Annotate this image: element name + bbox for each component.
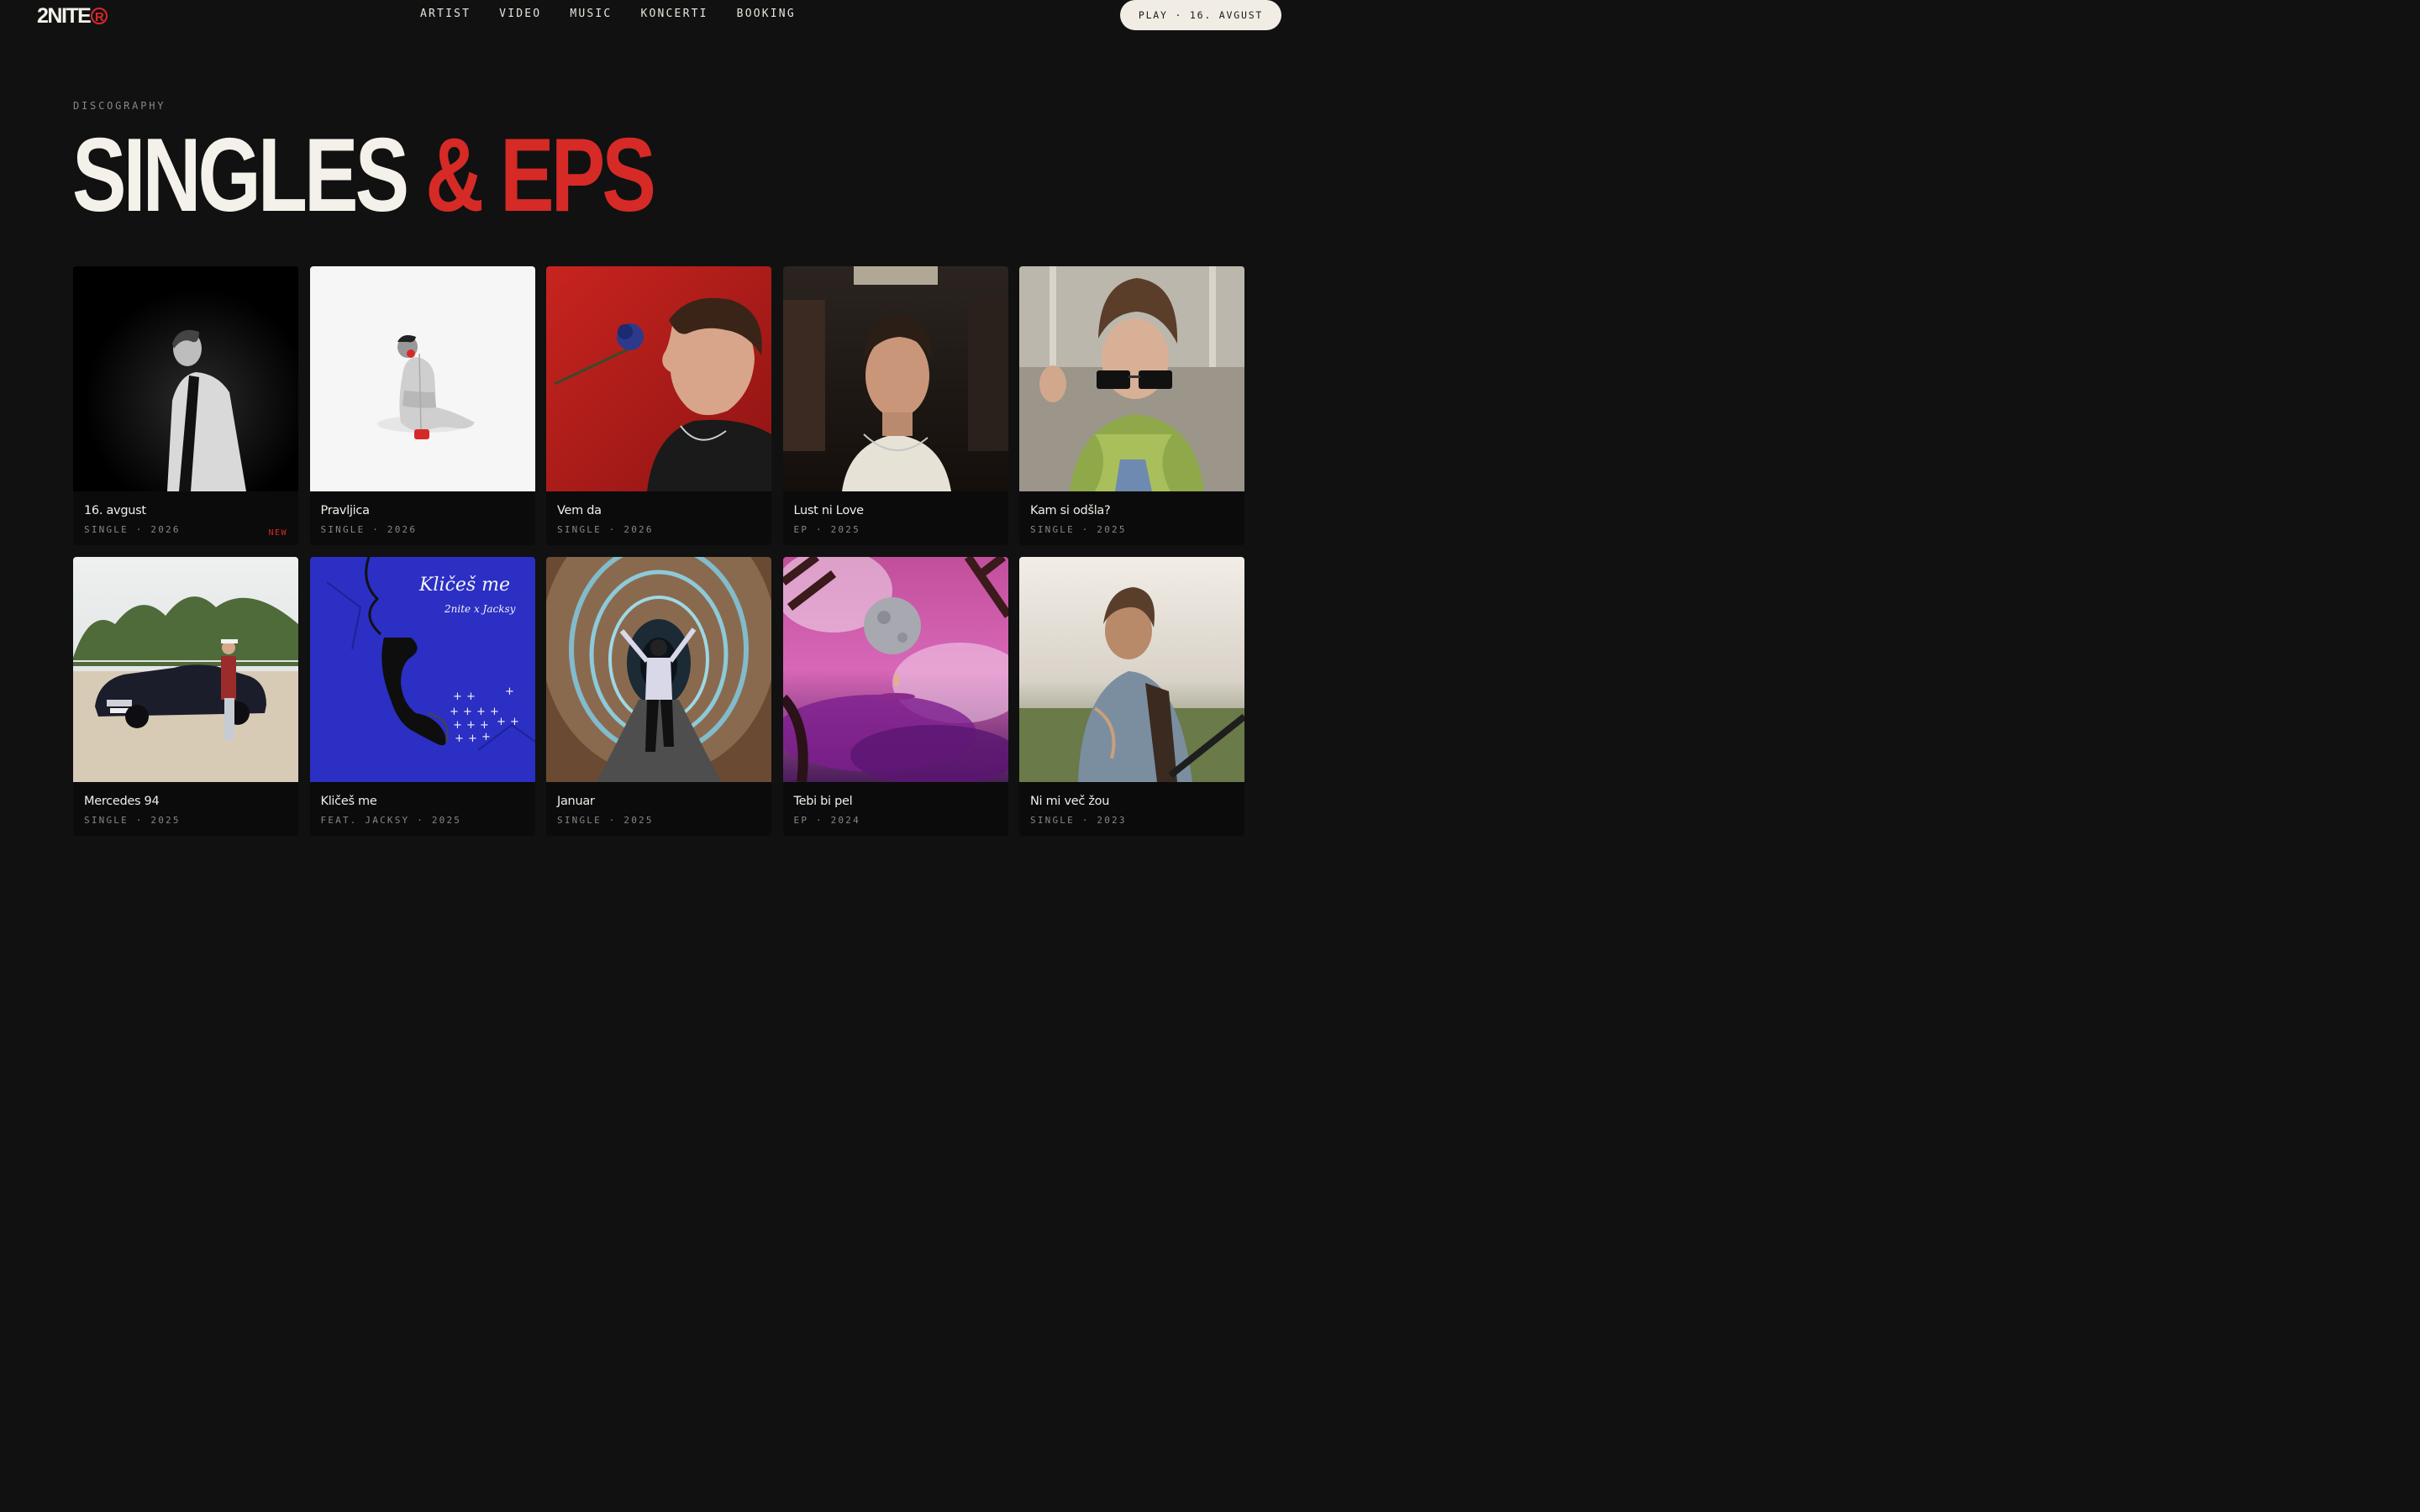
release-card[interactable]: Lust ni Love EP · 2025: [782, 266, 1008, 545]
page-title: SINGLES & EPS: [72, 113, 656, 239]
section-eyebrow: DISCOGRAPHY: [73, 100, 166, 112]
cover-image: [782, 557, 1008, 782]
cover-image: [73, 266, 298, 491]
cover-image: Kličeš me 2nite x Jacksy + + + + + + + + + + + + …: [309, 557, 535, 782]
nav-link-koncerti[interactable]: KONCERTI: [640, 8, 708, 20]
release-title: Ni mi več žou: [1030, 795, 1110, 808]
release-card[interactable]: Kam si odšla? SINGLE · 2025: [1019, 266, 1244, 545]
svg-text:+: +: [455, 732, 464, 745]
svg-text:+: +: [450, 706, 459, 718]
release-title: Lust ni Love: [793, 504, 865, 517]
release-card[interactable]: Vem da SINGLE · 2026: [546, 266, 771, 545]
svg-text:+: +: [466, 719, 476, 732]
cover-image: [1019, 557, 1244, 782]
release-title: Januar: [557, 795, 595, 808]
nav-link-artist[interactable]: ARTIST: [420, 8, 471, 20]
nav-link-music[interactable]: MUSIC: [570, 8, 612, 20]
svg-text:+: +: [463, 706, 472, 718]
release-card[interactable]: 16. avgust SINGLE · 2026 NEW: [73, 266, 298, 545]
svg-text:+: +: [453, 690, 462, 703]
release-grid: 16. avgust SINGLE · 2026 NEW Pravljica S…: [73, 266, 1244, 836]
release-title: Vem da: [557, 504, 602, 517]
svg-text:+: +: [505, 685, 514, 698]
release-card[interactable]: Ni mi več žou SINGLE · 2023: [1019, 557, 1244, 836]
cover-image: [546, 266, 771, 491]
play-button[interactable]: PLAY · 16. AVGUST: [1120, 0, 1281, 30]
svg-text:+: +: [480, 719, 489, 732]
svg-text:+: +: [453, 719, 462, 732]
title-white: SINGLES: [72, 118, 409, 234]
svg-text:+: +: [468, 732, 477, 745]
release-title: Pravljica: [320, 504, 370, 517]
svg-text:+: +: [510, 716, 519, 728]
cover-script-subtext: 2nite x Jacksy: [444, 603, 516, 615]
cover-image: [1019, 266, 1244, 491]
release-card[interactable]: Pravljica SINGLE · 2026: [309, 266, 535, 545]
release-meta: FEAT. JACKSY · 2025: [320, 815, 462, 826]
release-title: Kličeš me: [320, 795, 377, 808]
release-meta: EP · 2025: [793, 524, 860, 535]
title-red: & EPS: [425, 118, 656, 234]
svg-text:+: +: [481, 731, 491, 743]
nav-link-video[interactable]: VIDEO: [499, 8, 541, 20]
svg-text:+: +: [497, 716, 506, 728]
release-title: Mercedes 94: [84, 795, 160, 808]
release-meta: SINGLE · 2025: [557, 815, 654, 826]
cover-script-text: Kličeš me: [418, 575, 510, 596]
svg-text:+: +: [466, 690, 476, 703]
release-meta: SINGLE · 2026: [557, 524, 654, 535]
top-nav: 2NITE R ARTIST VIDEO MUSIC KONCERTI BOOKI…: [0, 0, 1318, 34]
release-card[interactable]: Tebi bi pel EP · 2024: [782, 557, 1008, 836]
release-title: Tebi bi pel: [793, 795, 853, 808]
svg-text:+: +: [476, 706, 486, 718]
release-meta: SINGLE · 2025: [84, 815, 181, 826]
release-card[interactable]: Kličeš me 2nite x Jacksy + + + + + + + + + + + + …: [309, 557, 535, 836]
release-title: 16. avgust: [84, 504, 146, 517]
release-meta: SINGLE · 2023: [1030, 815, 1127, 826]
release-title: Kam si odšla?: [1030, 504, 1111, 517]
site-logo[interactable]: 2NITE R: [37, 3, 108, 29]
release-meta: SINGLE · 2026: [84, 524, 181, 535]
cover-image: [309, 266, 535, 491]
release-meta: SINGLE · 2025: [1030, 524, 1127, 535]
release-card[interactable]: Mercedes 94 SINGLE · 2025: [73, 557, 298, 836]
release-meta: EP · 2024: [793, 815, 860, 826]
registered-mark-icon: R: [91, 8, 108, 24]
cover-image: [546, 557, 771, 782]
release-meta: SINGLE · 2026: [320, 524, 418, 535]
cover-image: [782, 266, 1008, 491]
release-card[interactable]: Januar SINGLE · 2025: [546, 557, 771, 836]
logo-text: 2NITE: [37, 4, 92, 28]
new-badge: NEW: [268, 528, 287, 538]
cover-image: [73, 557, 298, 782]
nav-links: ARTIST VIDEO MUSIC KONCERTI BOOKING: [420, 8, 824, 20]
nav-link-booking[interactable]: BOOKING: [737, 8, 796, 20]
